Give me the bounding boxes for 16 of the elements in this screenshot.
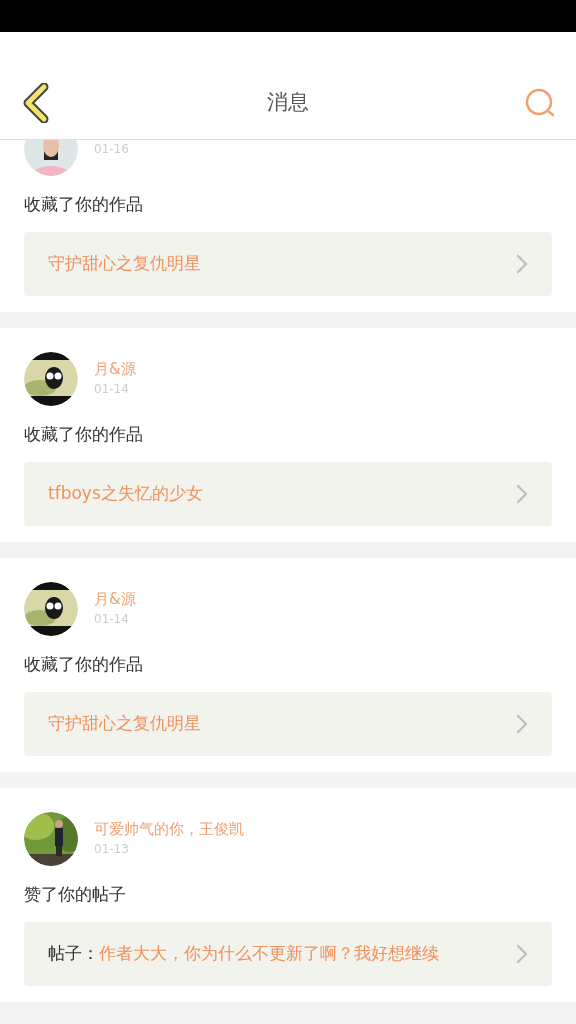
chevron-right-icon	[516, 254, 528, 274]
chevron-right-icon	[516, 484, 528, 504]
post-link[interactable]: 帖子：作者大大，你为什么不更新了啊？我好想继续	[24, 922, 552, 986]
chevron-right-icon	[516, 944, 528, 964]
work-link[interactable]: 守护甜心之复仇明星	[24, 692, 552, 756]
action-text: 收藏了你的作品	[24, 423, 144, 446]
action-text: 赞了你的帖子	[24, 883, 127, 906]
work-link[interactable]: 守护甜心之复仇明星	[24, 232, 552, 296]
page-title: 消息	[267, 89, 309, 117]
user-name[interactable]: 可爱帅气的你，王俊凯	[94, 819, 244, 839]
work-link[interactable]: tfboys之失忆的少女	[24, 462, 552, 526]
action-text: 收藏了你的作品	[24, 653, 144, 676]
user-name[interactable]: 月&源	[94, 589, 136, 609]
chevron-right-icon	[516, 714, 528, 734]
user-name[interactable]: 月&源	[94, 359, 136, 379]
action-text: 收藏了你的作品	[24, 193, 144, 216]
